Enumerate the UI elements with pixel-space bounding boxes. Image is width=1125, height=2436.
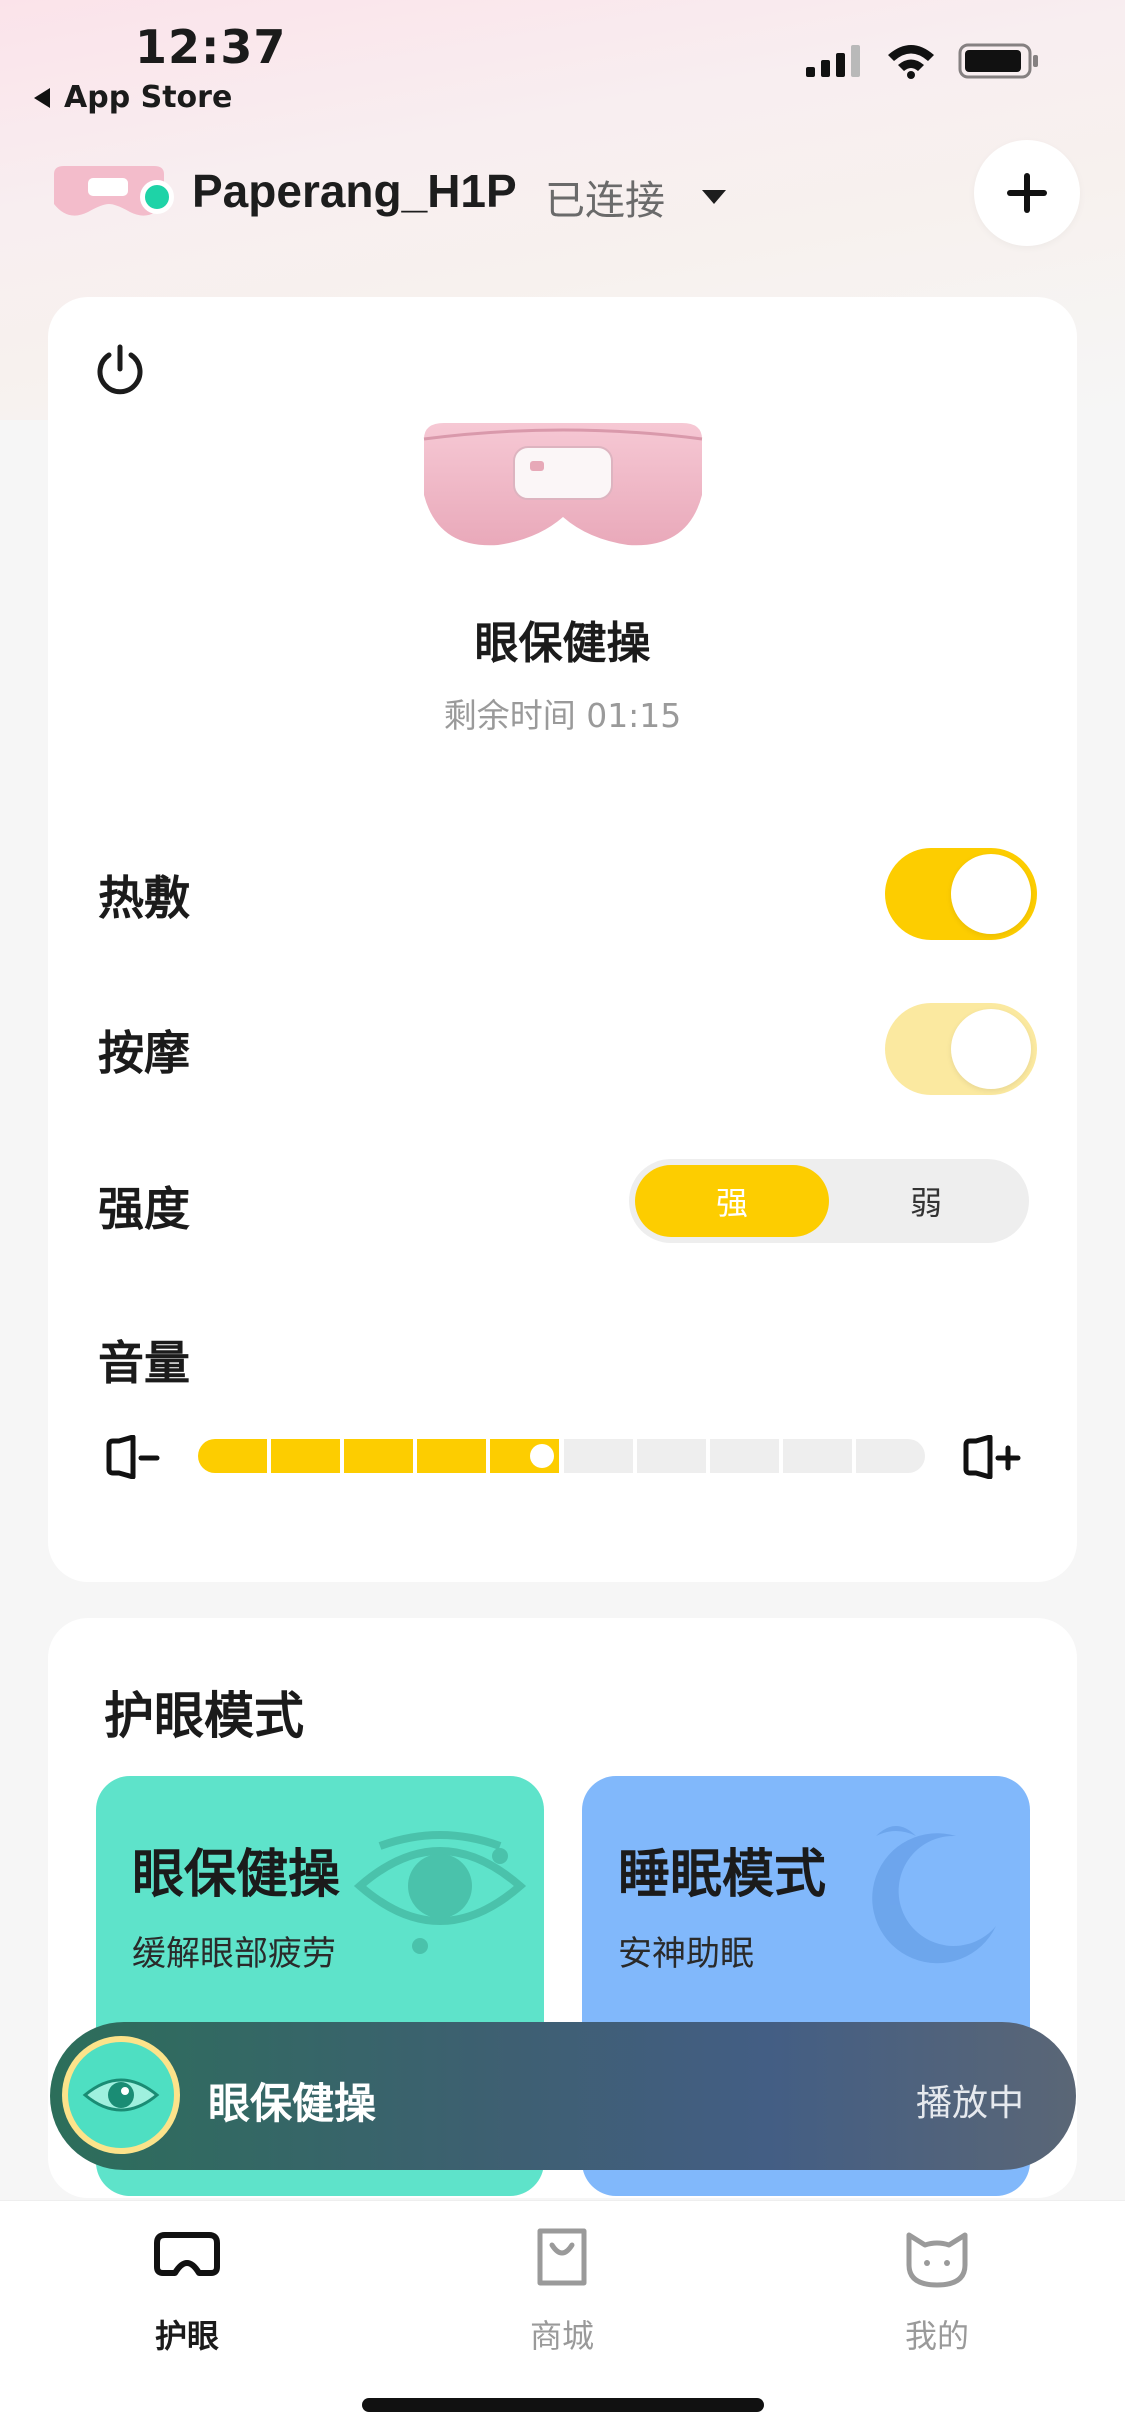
- back-label: App Store: [64, 80, 233, 115]
- mode-tile-title: 眼保健操: [132, 1845, 341, 1905]
- wifi-icon: [888, 45, 934, 79]
- tab-shop[interactable]: 商城: [462, 2221, 662, 2357]
- intensity-selector: 强 弱: [629, 1159, 1029, 1243]
- intensity-weak-option[interactable]: 弱: [829, 1165, 1023, 1237]
- volume-slider[interactable]: [198, 1439, 925, 1473]
- volume-label: 音量: [98, 1336, 190, 1390]
- toggle-knob: [951, 854, 1031, 934]
- mode-tile-title: 睡眠模式: [618, 1845, 827, 1905]
- now-playing-title: 眼保健操: [208, 2079, 377, 2128]
- shopping-bag-icon: [537, 2228, 587, 2286]
- volume-down-icon[interactable]: [103, 1435, 165, 1479]
- mode-tile-subtitle: 缓解眼部疲劳: [132, 1934, 336, 1974]
- tab-eye-care[interactable]: 护眼: [87, 2221, 287, 2357]
- moon-icon: [872, 1826, 996, 1964]
- device-control-card: 眼保健操 剩余时间 01:15 热敷 按摩 强度 强 弱 音量: [48, 297, 1077, 1582]
- volume-segment: [198, 1439, 268, 1473]
- intensity-strong-option[interactable]: 强: [635, 1165, 829, 1237]
- now-playing-avatar: [62, 2036, 180, 2154]
- now-playing-status: 播放中: [915, 2083, 1024, 2124]
- remaining-time: 剩余时间 01:15: [443, 696, 682, 735]
- device-name[interactable]: Paperang_H1P: [192, 164, 517, 218]
- tab-label: 商城: [529, 2317, 594, 2355]
- chevron-down-icon[interactable]: [702, 190, 726, 204]
- volume-up-icon[interactable]: [960, 1435, 1022, 1479]
- power-icon[interactable]: [92, 341, 148, 397]
- current-mode-title: 眼保健操: [474, 618, 651, 669]
- volume-segment: [636, 1439, 706, 1473]
- heat-label: 热敷: [98, 871, 190, 925]
- toggle-knob: [951, 1009, 1031, 1089]
- eye-icon: [82, 2078, 160, 2112]
- add-device-button[interactable]: [974, 140, 1080, 246]
- now-playing-bar[interactable]: 眼保健操 播放中: [50, 2022, 1076, 2170]
- eye-icon: [353, 1831, 527, 1954]
- back-to-app-store[interactable]: App Store: [34, 80, 232, 115]
- volume-handle[interactable]: [529, 1444, 554, 1468]
- volume-segment: [417, 1439, 487, 1473]
- status-icons: [806, 42, 1040, 80]
- volume-segment: [271, 1439, 341, 1473]
- massage-label: 按摩: [98, 1026, 190, 1080]
- back-arrow-icon: [34, 87, 50, 108]
- intensity-label: 强度: [98, 1182, 190, 1236]
- online-indicator: [140, 180, 174, 214]
- mode-tile-subtitle: 安神助眠: [618, 1934, 754, 1974]
- eye-mask-icon: [154, 2232, 220, 2276]
- signal-icon: [806, 45, 860, 77]
- modes-section-title: 护眼模式: [104, 1687, 304, 1745]
- battery-icon: [958, 43, 1038, 79]
- heat-toggle[interactable]: [885, 848, 1037, 940]
- eye-mask-image: [423, 423, 703, 546]
- tab-label: 我的: [904, 2317, 969, 2355]
- tab-label: 护眼: [154, 2317, 219, 2355]
- volume-segment: [563, 1439, 633, 1473]
- volume-segment: [344, 1439, 414, 1473]
- cat-face-icon: [906, 2232, 968, 2288]
- connection-status: 已连接: [545, 178, 665, 224]
- plus-icon: [1007, 173, 1047, 213]
- tab-me[interactable]: 我的: [837, 2221, 1037, 2357]
- device-header: Paperang_H1P 已连接: [50, 140, 1080, 246]
- volume-segment: [709, 1439, 779, 1473]
- volume-segment: [855, 1439, 925, 1473]
- status-time: 12:37: [135, 20, 287, 74]
- massage-toggle[interactable]: [885, 1003, 1037, 1095]
- home-indicator: [362, 2398, 764, 2412]
- volume-segment: [782, 1439, 852, 1473]
